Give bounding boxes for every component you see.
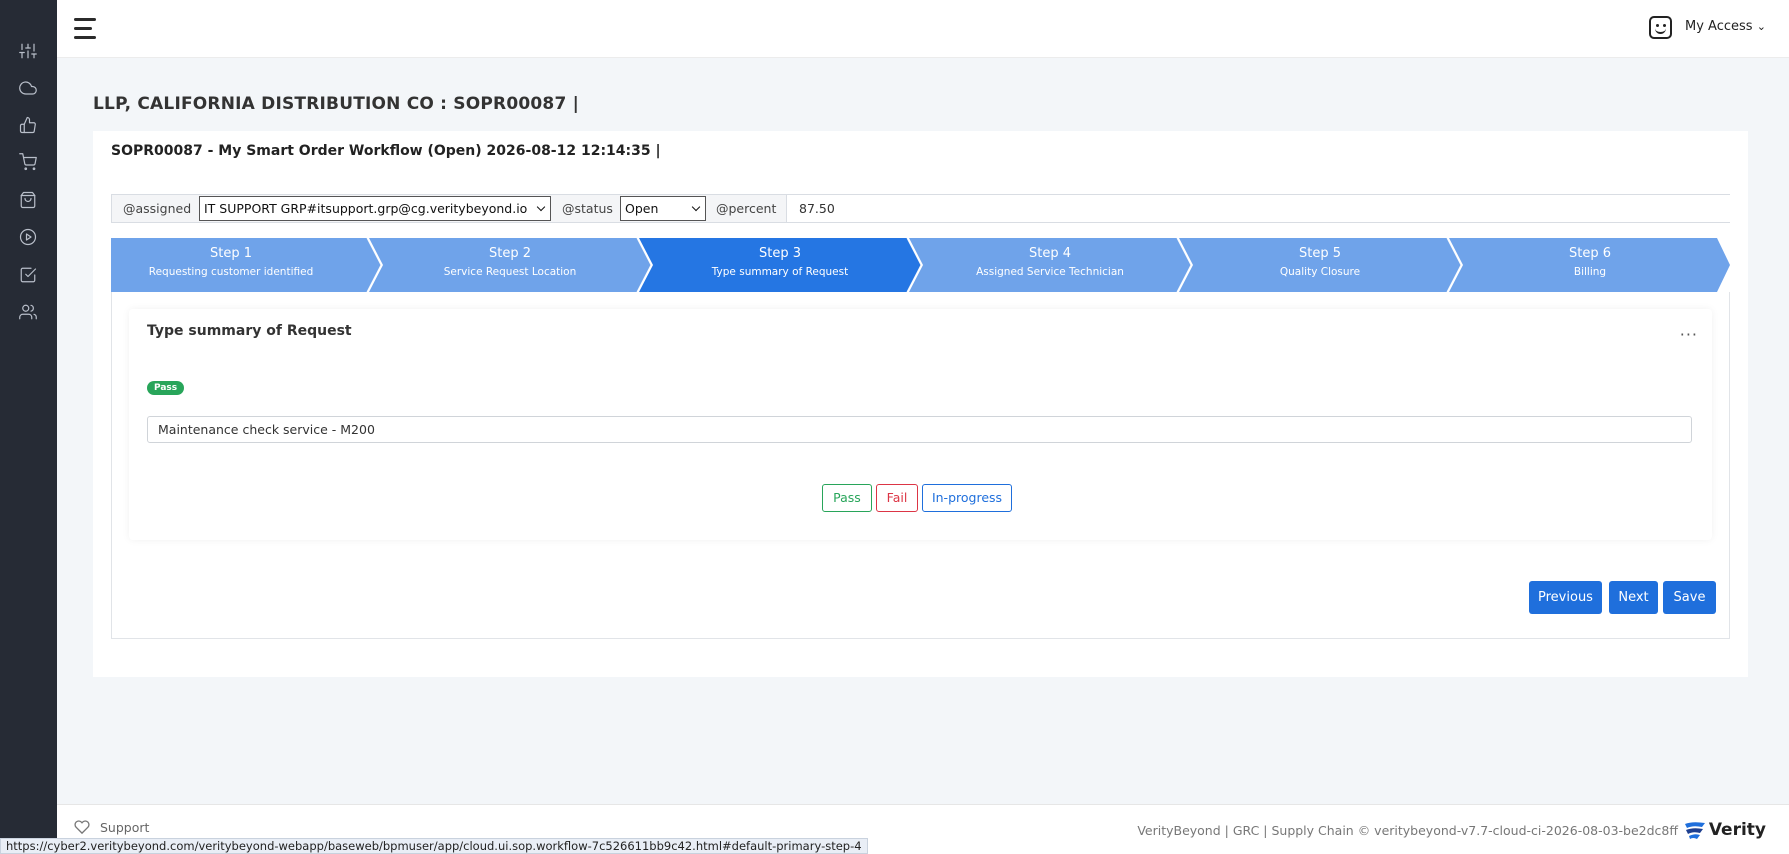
status-value: Open (625, 201, 659, 216)
step-title: Step 6 (1568, 246, 1611, 261)
step-title: Step 2 (488, 246, 531, 261)
sliders-icon[interactable] (16, 39, 40, 63)
more-options-icon[interactable]: ··· (1680, 325, 1698, 344)
step-title: Step 3 (758, 246, 801, 261)
thumbs-up-icon[interactable] (16, 113, 40, 137)
workflow-title: SOPR00087 - My Smart Order Workflow (Ope… (111, 143, 661, 159)
heart-icon (74, 820, 90, 835)
check-square-icon[interactable] (16, 263, 40, 287)
support-link[interactable]: Support (100, 820, 149, 835)
sidebar (0, 0, 57, 854)
smiley-icon (1649, 16, 1672, 39)
fail-button[interactable]: Fail (876, 484, 918, 512)
step-subtitle: Requesting customer identified (148, 266, 314, 278)
cloud-icon[interactable] (16, 76, 40, 100)
step-subtitle: Quality Closure (1279, 266, 1361, 278)
previous-button[interactable]: Previous (1529, 581, 1602, 614)
my-access-label: My Access (1685, 19, 1753, 34)
save-button[interactable]: Save (1663, 581, 1716, 614)
chevron-down-icon: ⌄ (1756, 20, 1766, 33)
workflow-fields: @assigned IT SUPPORT GRP#itsupport.grp@c… (111, 194, 1730, 223)
status-url: https://cyber2.veritybeyond.com/veritybe… (0, 838, 868, 854)
step-title: Step 1 (209, 246, 252, 261)
verity-logo: Verity (1684, 820, 1766, 840)
step-subtitle: Assigned Service Technician (976, 266, 1124, 278)
assigned-value: IT SUPPORT GRP#itsupport.grp@cg.veritybe… (204, 201, 528, 216)
step-content: Type summary of Request ··· Pass Mainten… (111, 292, 1730, 639)
step-subtitle: Type summary of Request (711, 266, 849, 278)
step-5[interactable]: Step 5 Quality Closure (1193, 238, 1447, 292)
users-icon[interactable] (16, 300, 40, 324)
chevron-down-icon (691, 202, 701, 212)
chevron-down-icon (536, 202, 546, 212)
workflow-card: SOPR00087 - My Smart Order Workflow (Ope… (93, 131, 1748, 677)
step-subtitle: Billing (1573, 266, 1607, 278)
panel-title: Type summary of Request (147, 323, 352, 339)
assigned-select[interactable]: IT SUPPORT GRP#itsupport.grp@cg.veritybe… (199, 196, 551, 221)
status-select[interactable]: Open (620, 196, 706, 221)
status-label: @status (562, 201, 613, 216)
verity-logo-text: Verity (1708, 820, 1766, 840)
step-4[interactable]: Step 4 Assigned Service Technician (923, 238, 1177, 292)
cart-icon[interactable] (16, 150, 40, 174)
in-progress-button[interactable]: In-progress (922, 484, 1012, 512)
summary-input[interactable]: Maintenance check service - M200 (147, 416, 1692, 443)
step-1[interactable]: Step 1 Requesting customer identified (111, 238, 351, 292)
step-2[interactable]: Step 2 Service Request Location (383, 238, 637, 292)
pass-button[interactable]: Pass (822, 484, 872, 512)
step-6[interactable]: Step 6 Billing (1463, 238, 1717, 292)
footer-text: VerityBeyond | GRC | Supply Chain © veri… (1137, 823, 1678, 838)
summary-panel: Type summary of Request ··· Pass Mainten… (129, 309, 1712, 540)
step-subtitle: Service Request Location (443, 266, 577, 278)
assigned-label: @assigned (123, 201, 192, 216)
shopping-bag-icon[interactable] (16, 188, 40, 212)
hamburger-icon[interactable] (74, 18, 100, 40)
my-access-menu[interactable]: My Access ⌄ (1685, 19, 1766, 34)
page-title: LLP, CALIFORNIA DISTRIBUTION CO : SOPR00… (93, 94, 580, 114)
percent-input[interactable]: 87.50 (786, 195, 1730, 222)
percent-label: @percent (716, 201, 777, 216)
status-badge: Pass (147, 381, 185, 395)
play-circle-icon[interactable] (16, 225, 40, 249)
next-button[interactable]: Next (1609, 581, 1658, 614)
workflow-stepper: Step 1 Requesting customer identified St… (111, 238, 1730, 292)
top-bar: My Access ⌄ (57, 0, 1789, 58)
verity-logo-icon (1684, 822, 1705, 839)
step-3[interactable]: Step 3 Type summary of Request (653, 238, 907, 292)
step-title: Step 4 (1028, 246, 1071, 261)
step-title: Step 5 (1298, 246, 1341, 261)
